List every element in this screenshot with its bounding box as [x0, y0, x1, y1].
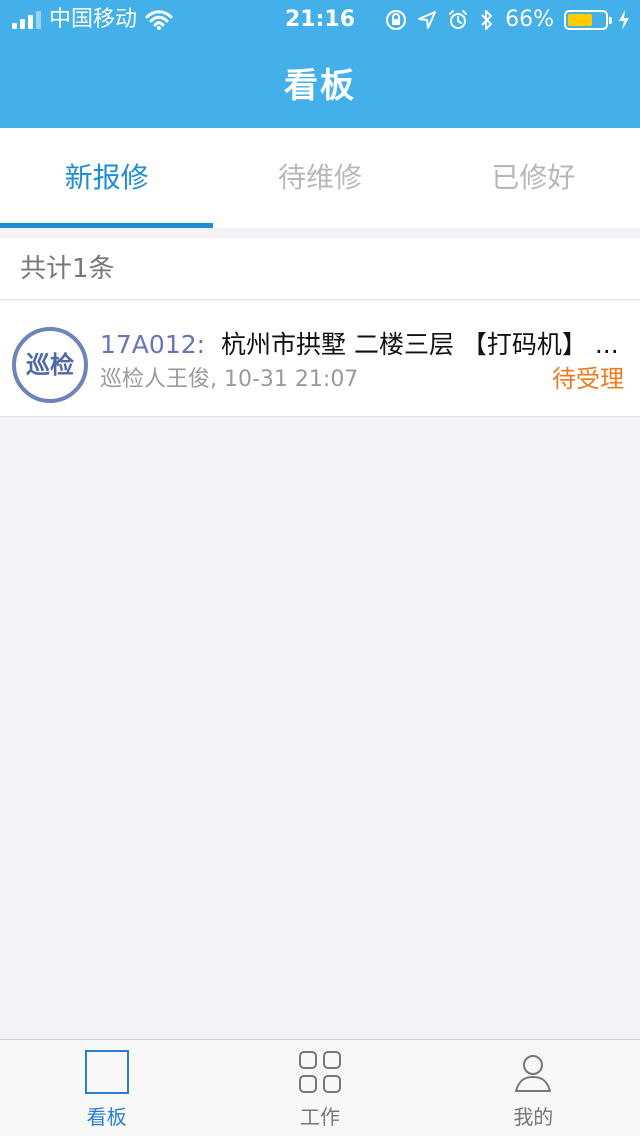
bottom-tab-label: 我的 [513, 1105, 554, 1129]
item-status: 待受理 [552, 365, 624, 393]
tab-pending-repair[interactable]: 待维修 [213, 128, 426, 228]
tab-repaired[interactable]: 已修好 [427, 128, 640, 228]
location-arrow-icon [418, 11, 437, 29]
board-icon [84, 1050, 129, 1094]
repair-list-item[interactable]: 巡检 17A012: 杭州市拱墅 二楼三层 【打码机】 ... 巡检人王俊, 1… [0, 301, 640, 417]
inspection-badge: 巡检 [12, 327, 88, 403]
charging-icon [619, 10, 629, 30]
top-header: 中国移动 21:16 66% 看板 [0, 0, 640, 128]
tab-label: 新报修 [64, 161, 149, 194]
page-title: 看板 [284, 66, 356, 106]
bottom-tab-board[interactable]: 看板 [0, 1040, 213, 1136]
bottom-tab-label: 工作 [299, 1105, 340, 1129]
bottom-tab-work[interactable]: 工作 [213, 1040, 426, 1136]
status-bar: 中国移动 21:16 66% [0, 0, 640, 40]
bluetooth-icon [481, 10, 493, 30]
lock-rotation-icon [386, 10, 407, 30]
bottom-tab-bar: 看板 工作 我的 [0, 1039, 640, 1136]
status-right: 66% [385, 0, 630, 40]
apps-grid-icon [298, 1050, 342, 1094]
bottom-tab-label: 看板 [86, 1105, 127, 1129]
tab-label: 待维修 [277, 161, 362, 194]
alarm-icon [449, 10, 468, 29]
battery-icon [564, 10, 612, 30]
item-id: 17A012: [100, 330, 206, 359]
repair-tabs: 新报修 待维修 已修好 [0, 128, 640, 228]
item-title: 杭州市拱墅 二楼三层 【打码机】 ... [221, 330, 619, 359]
bottom-tab-mine[interactable]: 我的 [427, 1040, 640, 1136]
tab-label: 已修好 [491, 161, 576, 194]
item-meta: 巡检人王俊, 10-31 21:07 [100, 367, 359, 392]
tab-new-repair[interactable]: 新报修 [0, 128, 214, 228]
battery-percent: 66% [505, 7, 554, 32]
user-icon [515, 1055, 552, 1092]
item-title-line: 17A012: 杭州市拱墅 二楼三层 【打码机】 ... [100, 325, 622, 361]
result-count: 共计1条 [0, 238, 640, 300]
